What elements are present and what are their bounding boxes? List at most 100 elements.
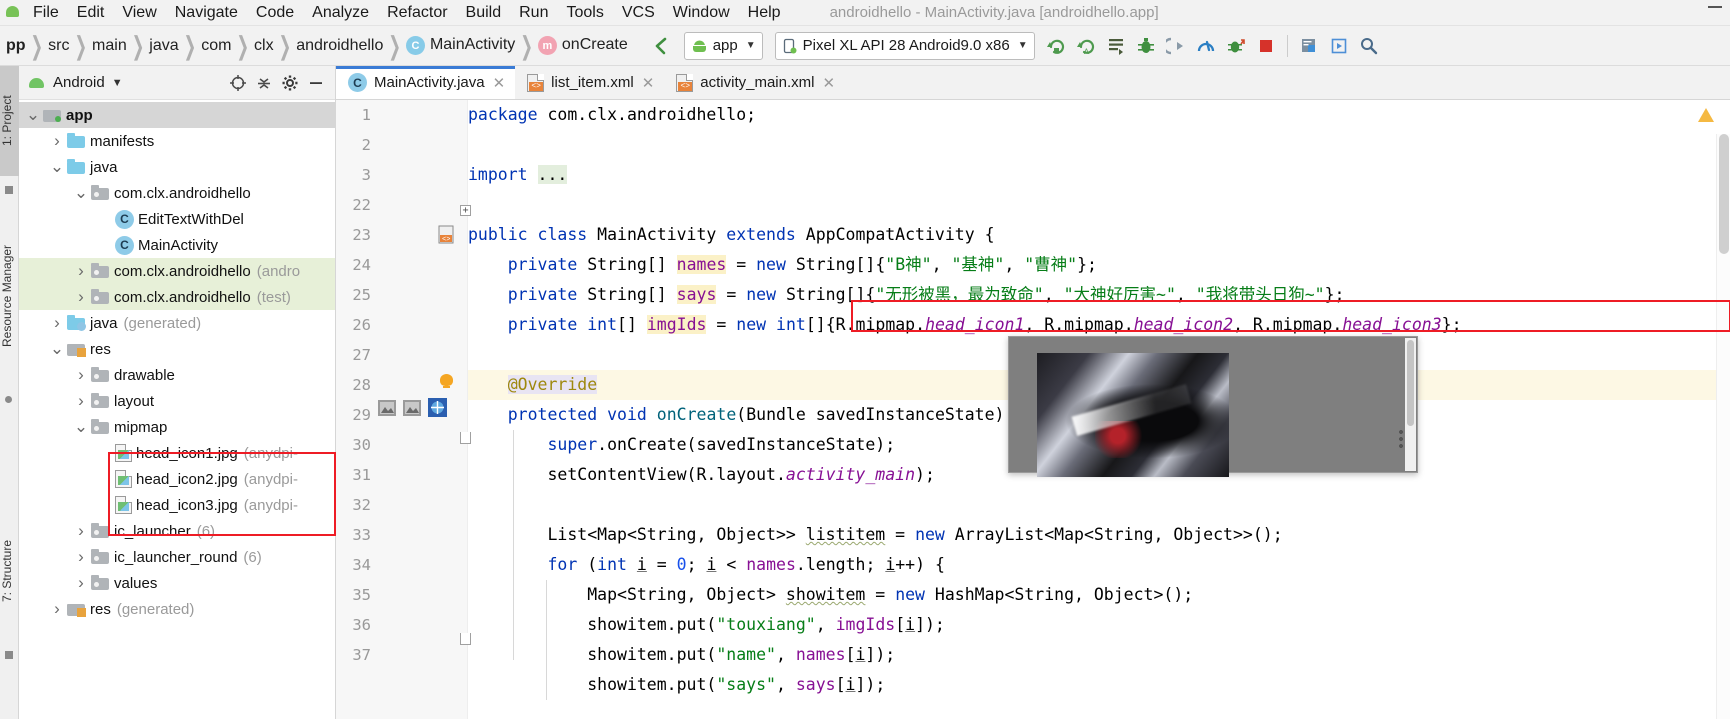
chevron-right-icon[interactable]: › [71,547,91,567]
tree-item-mainactivity[interactable]: C MainActivity [19,232,335,258]
class-marker-icon[interactable]: <> [438,225,456,248]
tree-item-head-icon3-jpg[interactable]: head_icon3.jpg (anydpi- [19,492,335,518]
editor-vertical-scrollbar[interactable] [1716,134,1730,719]
layout-inspector-button[interactable] [1324,32,1354,60]
tree-item-drawable[interactable]: › drawable [19,362,335,388]
chevron-right-icon[interactable]: › [71,261,91,281]
tree-item-ic-launcher[interactable]: › ic_launcher (6) [19,518,335,544]
image-gutter-icon-3[interactable] [428,398,447,421]
popup-scrollbar[interactable] [1405,338,1416,471]
tree-item-res[interactable]: ⌄ res [19,336,335,362]
crosshair-icon[interactable] [225,70,251,96]
image-gutter-icon-2[interactable] [403,400,421,420]
tree-item-ic-launcher-round[interactable]: › ic_launcher_round (6) [19,544,335,570]
more-vertical-icon[interactable] [1399,430,1403,448]
tree-item-layout[interactable]: › layout [19,388,335,414]
menu-navigate[interactable]: Navigate [166,2,247,24]
sdk-manager-button[interactable] [1294,32,1324,60]
chevron-down-icon[interactable]: ⌄ [71,418,91,435]
run-anything-icon[interactable] [1161,32,1191,60]
breadcrumb-item-clx[interactable]: clx [250,37,278,55]
menu-analyze[interactable]: Analyze [303,2,378,24]
chevron-right-icon[interactable]: › [47,313,67,333]
tree-item-java[interactable]: ⌄ java [19,154,335,180]
minimize-button[interactable] [1708,6,1722,8]
attach-debugger-icon[interactable] [1221,32,1251,60]
menu-file[interactable]: File [24,2,68,24]
menu-refactor[interactable]: Refactor [378,2,456,24]
tree-item-head-icon1-jpg[interactable]: head_icon1.jpg (anydpi- [19,440,335,466]
tree-item-java[interactable]: › java (generated) [19,310,335,336]
menu-view[interactable]: View [113,2,165,24]
breadcrumb-item-com[interactable]: com [197,37,235,55]
warning-triangle-icon[interactable] [1698,108,1714,122]
run-icon[interactable] [1101,32,1131,60]
avd-manager-button[interactable]: A [1071,32,1101,60]
scrollbar-thumb[interactable] [1719,134,1729,254]
chevron-right-icon[interactable]: › [71,391,91,411]
vertical-tab-project[interactable]: 1: Project [0,66,19,176]
tree-item-mipmap[interactable]: ⌄ mipmap [19,414,335,440]
tree-item-manifests[interactable]: › manifests [19,128,335,154]
collapse-all-icon[interactable] [251,70,277,96]
tree-item-com-clx-androidhello[interactable]: › com.clx.androidhello (andro [19,258,335,284]
chevron-down-icon[interactable]: ⌄ [47,340,67,357]
tree-item-com-clx-androidhello[interactable]: › com.clx.androidhello (test) [19,284,335,310]
menu-build[interactable]: Build [457,2,511,24]
tab-activity-main-xml[interactable]: activity_main.xml ✕ [664,66,845,99]
tree-item-app[interactable]: ⌄ app [19,102,335,128]
close-icon[interactable]: ✕ [822,74,835,92]
device-selector[interactable]: Pixel XL API 28 Android9.0 x86 ▼ [774,31,1035,60]
chevron-right-icon[interactable]: › [47,599,67,619]
menu-code[interactable]: Code [247,2,303,24]
tree-item-head-icon2-jpg[interactable]: head_icon2.jpg (anydpi- [19,466,335,492]
project-view-label[interactable]: Android [53,74,105,91]
run-configuration-selector[interactable]: app ▼ [683,31,763,60]
breadcrumb-item-androidhello[interactable]: androidhello [292,37,387,55]
tree-item-com-clx-androidhello[interactable]: ⌄ com.clx.androidhello [19,180,335,206]
menu-help[interactable]: Help [739,2,790,24]
tree-item-values[interactable]: › values [19,570,335,596]
stop-button[interactable] [1251,32,1281,60]
chevron-right-icon[interactable]: › [71,521,91,541]
popup-scrollbar-thumb[interactable] [1407,340,1414,426]
breadcrumb-item-java[interactable]: java [145,37,182,55]
image-preview-popup[interactable] [1008,336,1418,477]
chevron-right-icon[interactable]: › [71,287,91,307]
profiler-icon[interactable] [1191,32,1221,60]
gear-icon[interactable] [277,70,303,96]
breadcrumb-item-oncreate[interactable]: m onCreate [534,36,632,56]
tree-item-edittextwithdel[interactable]: C EditTextWithDel [19,206,335,232]
sync-gradle-button[interactable] [1041,32,1071,60]
menu-run[interactable]: Run [510,2,557,24]
chevron-right-icon[interactable]: › [71,573,91,593]
editor-gutter[interactable]: 1 2 3 22 23 24 25 26 27 28 29 30 31 32 33 34 35 36 37 [336,100,468,719]
tree-item-res[interactable]: › res (generated) [19,596,335,622]
tab-list-item-xml[interactable]: list_item.xml ✕ [515,66,664,99]
search-everywhere-button[interactable] [1354,32,1384,60]
chevron-down-icon[interactable]: ▼ [112,77,123,89]
chevron-down-icon[interactable]: ⌄ [23,106,43,123]
chevron-down-icon[interactable]: ⌄ [47,158,67,175]
menu-edit[interactable]: Edit [68,2,114,24]
image-gutter-icon-1[interactable] [378,400,396,420]
chevron-right-icon[interactable]: › [47,131,67,151]
hide-panel-button[interactable] [303,70,329,96]
breadcrumb-item-mainactivity[interactable]: C MainActivity [402,36,519,56]
intention-bulb-icon[interactable] [440,374,453,391]
breadcrumb-item-src[interactable]: src [44,37,73,55]
vertical-tab-structure[interactable]: 7: Structure [0,506,19,636]
breadcrumb-item-app[interactable]: pp [2,37,30,55]
back-arrow-icon[interactable] [646,32,676,60]
close-icon[interactable]: ✕ [642,74,655,92]
chevron-down-icon[interactable]: ⌄ [71,184,91,201]
vertical-tab-resource-manager[interactable]: Resource Manager [0,216,19,376]
menu-vcs[interactable]: VCS [613,2,664,24]
menu-tools[interactable]: Tools [557,2,612,24]
tab-mainactivity-java[interactable]: C MainActivity.java ✕ [336,66,516,99]
breadcrumb-item-main[interactable]: main [88,37,131,55]
debug-icon[interactable] [1131,32,1161,60]
close-icon[interactable]: ✕ [493,74,506,92]
menu-window[interactable]: Window [664,2,739,24]
chevron-right-icon[interactable]: › [71,365,91,385]
